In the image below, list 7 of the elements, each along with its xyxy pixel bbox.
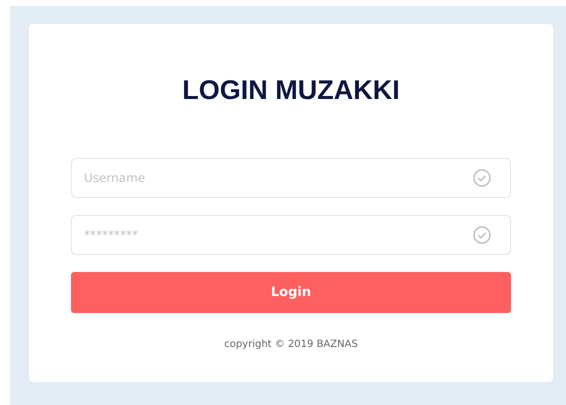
input-field[interactable]: Username [71,158,511,198]
login-title: LOGIN MUZAKKI [182,74,400,107]
check-circle-icon [473,169,491,187]
copyright-text: copyright © 2019 BAZNAS [224,339,358,350]
input-field[interactable]: ********* [71,215,511,255]
check-circle-icon [473,226,491,244]
login-button[interactable]: Login [71,272,511,313]
